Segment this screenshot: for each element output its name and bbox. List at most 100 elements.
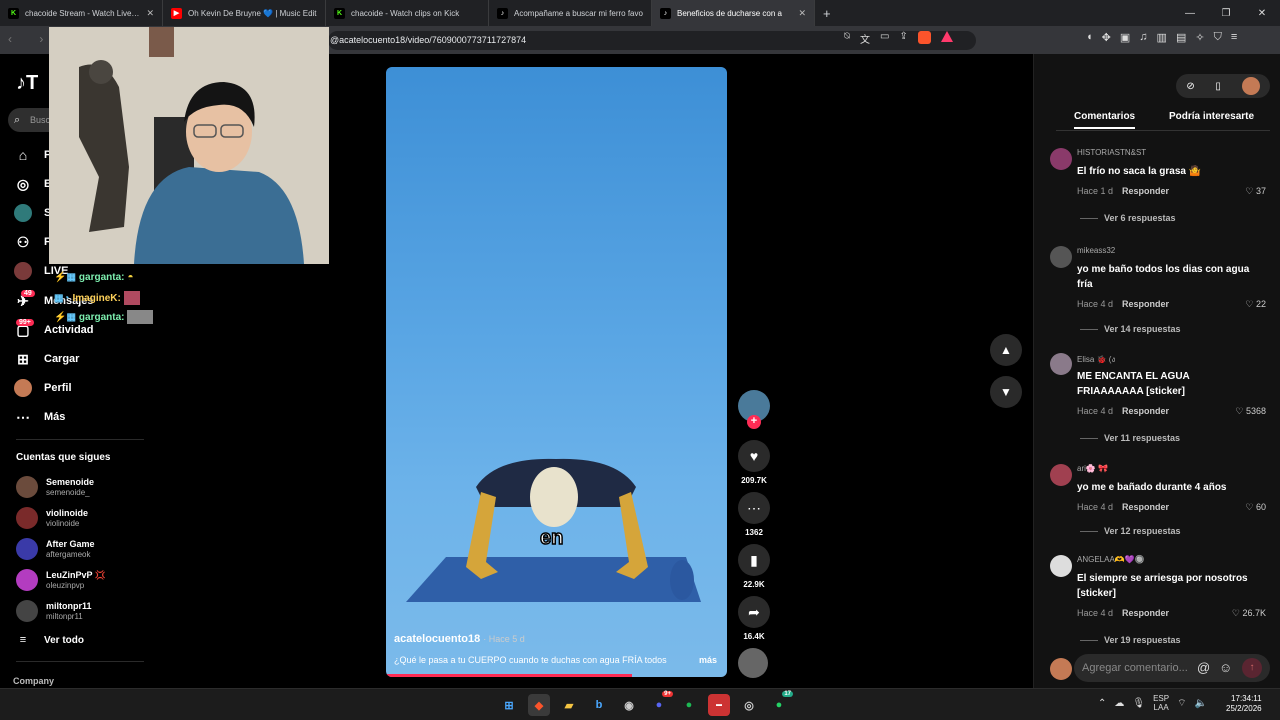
previous-video-button[interactable]: ▲: [990, 334, 1022, 366]
phone-icon[interactable]: ▯: [1215, 81, 1221, 92]
tab-3[interactable]: K chacoide - Watch clips on Kick: [326, 0, 489, 26]
share-icon[interactable]: ⇪: [899, 31, 907, 46]
menu-item-upload[interactable]: ⊞ Cargar: [14, 348, 79, 370]
view-replies[interactable]: Ver 6 respuestas: [1080, 213, 1176, 223]
like-button[interactable]: ♥ 209.7K: [738, 440, 770, 485]
view-replies[interactable]: Ver 11 respuestas: [1080, 433, 1180, 443]
save-button[interactable]: ▮ 22.9K: [738, 544, 770, 589]
following-account-4[interactable]: LeuZinPvP 💢 oleuzinpvp: [16, 567, 106, 593]
reply-button[interactable]: Responder: [1122, 502, 1169, 512]
obs-icon[interactable]: ◎: [738, 694, 760, 716]
comment-likes[interactable]: ♡ 5368: [1235, 406, 1266, 417]
add-comment-input[interactable]: Agregar comentario... @ ☺: [1074, 654, 1270, 682]
search-icon: ⌕: [14, 114, 21, 126]
audio-icon[interactable]: ◖: [1086, 31, 1093, 44]
avatar[interactable]: [1050, 555, 1072, 577]
view-replies[interactable]: Ver 12 respuestas: [1080, 526, 1181, 536]
comment-likes[interactable]: ♡ 26.7K: [1232, 608, 1266, 619]
file-explorer-icon[interactable]: ▰: [558, 694, 580, 716]
minimize-icon[interactable]: —: [1172, 0, 1208, 26]
new-tab-button[interactable]: +: [823, 6, 831, 21]
avatar[interactable]: [1050, 148, 1072, 170]
follow-plus-button[interactable]: +: [747, 415, 761, 429]
tab-comments[interactable]: Comentarios: [1074, 111, 1136, 129]
avatar[interactable]: [1241, 77, 1260, 95]
reply-button[interactable]: Responder: [1122, 406, 1169, 416]
cast-icon[interactable]: ▭: [880, 31, 889, 46]
menu-item-more[interactable]: ⋯ Más: [14, 406, 65, 428]
tab-recommended[interactable]: Podría interesarte: [1169, 111, 1254, 122]
leo-icon[interactable]: ✧: [1195, 31, 1204, 44]
tab-4[interactable]: ♪ Acompañame a buscar mi ferro favo: [489, 0, 652, 26]
sidebar-icon[interactable]: ▥: [1157, 31, 1167, 44]
mention-icon[interactable]: @: [1197, 654, 1210, 682]
close-icon[interactable]: ✕: [146, 8, 154, 19]
view-replies[interactable]: Ver 14 respuestas: [1080, 324, 1181, 334]
whatsapp-icon[interactable]: ● 17: [768, 691, 793, 716]
share-button[interactable]: ➦ 16.4K: [738, 596, 770, 641]
speaker-icon[interactable]: 🔈: [1195, 698, 1207, 709]
comment-button[interactable]: ⋯ 1362: [738, 492, 770, 537]
video-progress-bar[interactable]: [386, 674, 632, 677]
reply-button[interactable]: Responder: [1122, 608, 1169, 618]
restore-icon[interactable]: ❐: [1208, 0, 1244, 26]
tiktok-logo[interactable]: ♪T: [16, 72, 38, 95]
clock[interactable]: 17:34:11 25/2/2026: [1226, 694, 1262, 714]
reply-button[interactable]: Responder: [1122, 186, 1169, 196]
comment-likes[interactable]: ♡ 22: [1245, 299, 1266, 310]
avatar[interactable]: [1050, 464, 1072, 486]
next-video-button[interactable]: ▼: [990, 376, 1022, 408]
comment-likes[interactable]: ♡ 37: [1245, 186, 1266, 197]
language-indicator[interactable]: ESP LAA: [1153, 694, 1169, 712]
windows-start-icon[interactable]: ⊞: [498, 694, 520, 716]
menu-item-profile[interactable]: Perfil: [14, 377, 72, 399]
streaming-app-icon[interactable]: ▬: [708, 694, 730, 716]
video-author[interactable]: acatelocuento18 · Hace 5 d: [394, 633, 525, 645]
comment-likes[interactable]: ♡ 60: [1245, 502, 1266, 513]
following-account-1[interactable]: Semenoide semenoide_: [16, 474, 94, 500]
close-icon[interactable]: ✕: [798, 8, 806, 19]
more-link[interactable]: más: [699, 655, 717, 665]
mic-icon[interactable]: 🎙: [1132, 698, 1145, 709]
discord-icon[interactable]: ● 9+: [648, 691, 673, 716]
following-account-2[interactable]: violinoide violinoide: [16, 505, 88, 531]
screenshot-icon[interactable]: ▣: [1120, 31, 1130, 44]
avatar[interactable]: [1050, 246, 1072, 268]
close-window-icon[interactable]: ✕: [1244, 0, 1280, 26]
send-button[interactable]: ↑: [1242, 658, 1262, 678]
brave-icon[interactable]: ◆: [528, 694, 550, 716]
menu-item-following[interactable]: S: [14, 202, 51, 224]
compass-icon[interactable]: ⊘: [1186, 81, 1194, 92]
wallet-icon[interactable]: ▤: [1176, 31, 1186, 44]
media-icon[interactable]: ♫: [1139, 31, 1147, 44]
reply-button[interactable]: Responder: [1122, 299, 1169, 309]
brave-shields-icon[interactable]: [917, 31, 931, 44]
avatar[interactable]: [1050, 353, 1072, 375]
menu-item-friends[interactable]: ⚇ F: [14, 231, 51, 253]
tab-2[interactable]: ▶ Oh Kevin De Bruyne 💙 | Music Edit: [163, 0, 326, 26]
view-replies[interactable]: Ver 19 respuestas: [1080, 635, 1181, 645]
video-player[interactable]: en acatelocuento18 · Hace 5 d ¿Qué le pa…: [386, 67, 727, 677]
following-account-5[interactable]: miltonpr11 miltonpr11: [16, 598, 92, 624]
brave-rewards-icon[interactable]: [940, 31, 953, 42]
vpn-icon[interactable]: ⛉: [1214, 31, 1222, 44]
company-link[interactable]: Company: [13, 676, 54, 686]
menu-icon[interactable]: ≡: [1231, 31, 1237, 44]
reader-icon[interactable]: ⍉: [844, 31, 850, 46]
wifi-icon[interactable]: ⌔: [1177, 697, 1186, 710]
extensions-icon[interactable]: ✥: [1102, 31, 1111, 44]
emoji-icon[interactable]: ☺: [1219, 654, 1232, 682]
tab-1[interactable]: K chacoide Stream - Watch Live on Kick ✕: [0, 0, 163, 26]
chevron-up-icon[interactable]: ⌃: [1098, 698, 1106, 709]
see-all-link[interactable]: ≡ Ver todo: [14, 629, 84, 651]
translate-icon[interactable]: 文: [860, 31, 870, 46]
tab-5-active[interactable]: ♪ Beneficios de ducharse con a ✕: [652, 0, 815, 26]
steam-icon[interactable]: ◉: [618, 694, 640, 716]
following-account-3[interactable]: After Game aftergameok: [16, 536, 95, 562]
music-disc-button[interactable]: [738, 648, 770, 678]
spotify-icon[interactable]: ●: [678, 694, 700, 716]
cloud-icon[interactable]: ☁: [1114, 698, 1124, 709]
menu-item-explore[interactable]: ◎ E: [14, 173, 51, 195]
menu-item-home[interactable]: ⌂ P: [14, 144, 52, 166]
bing-icon[interactable]: b: [588, 694, 610, 716]
